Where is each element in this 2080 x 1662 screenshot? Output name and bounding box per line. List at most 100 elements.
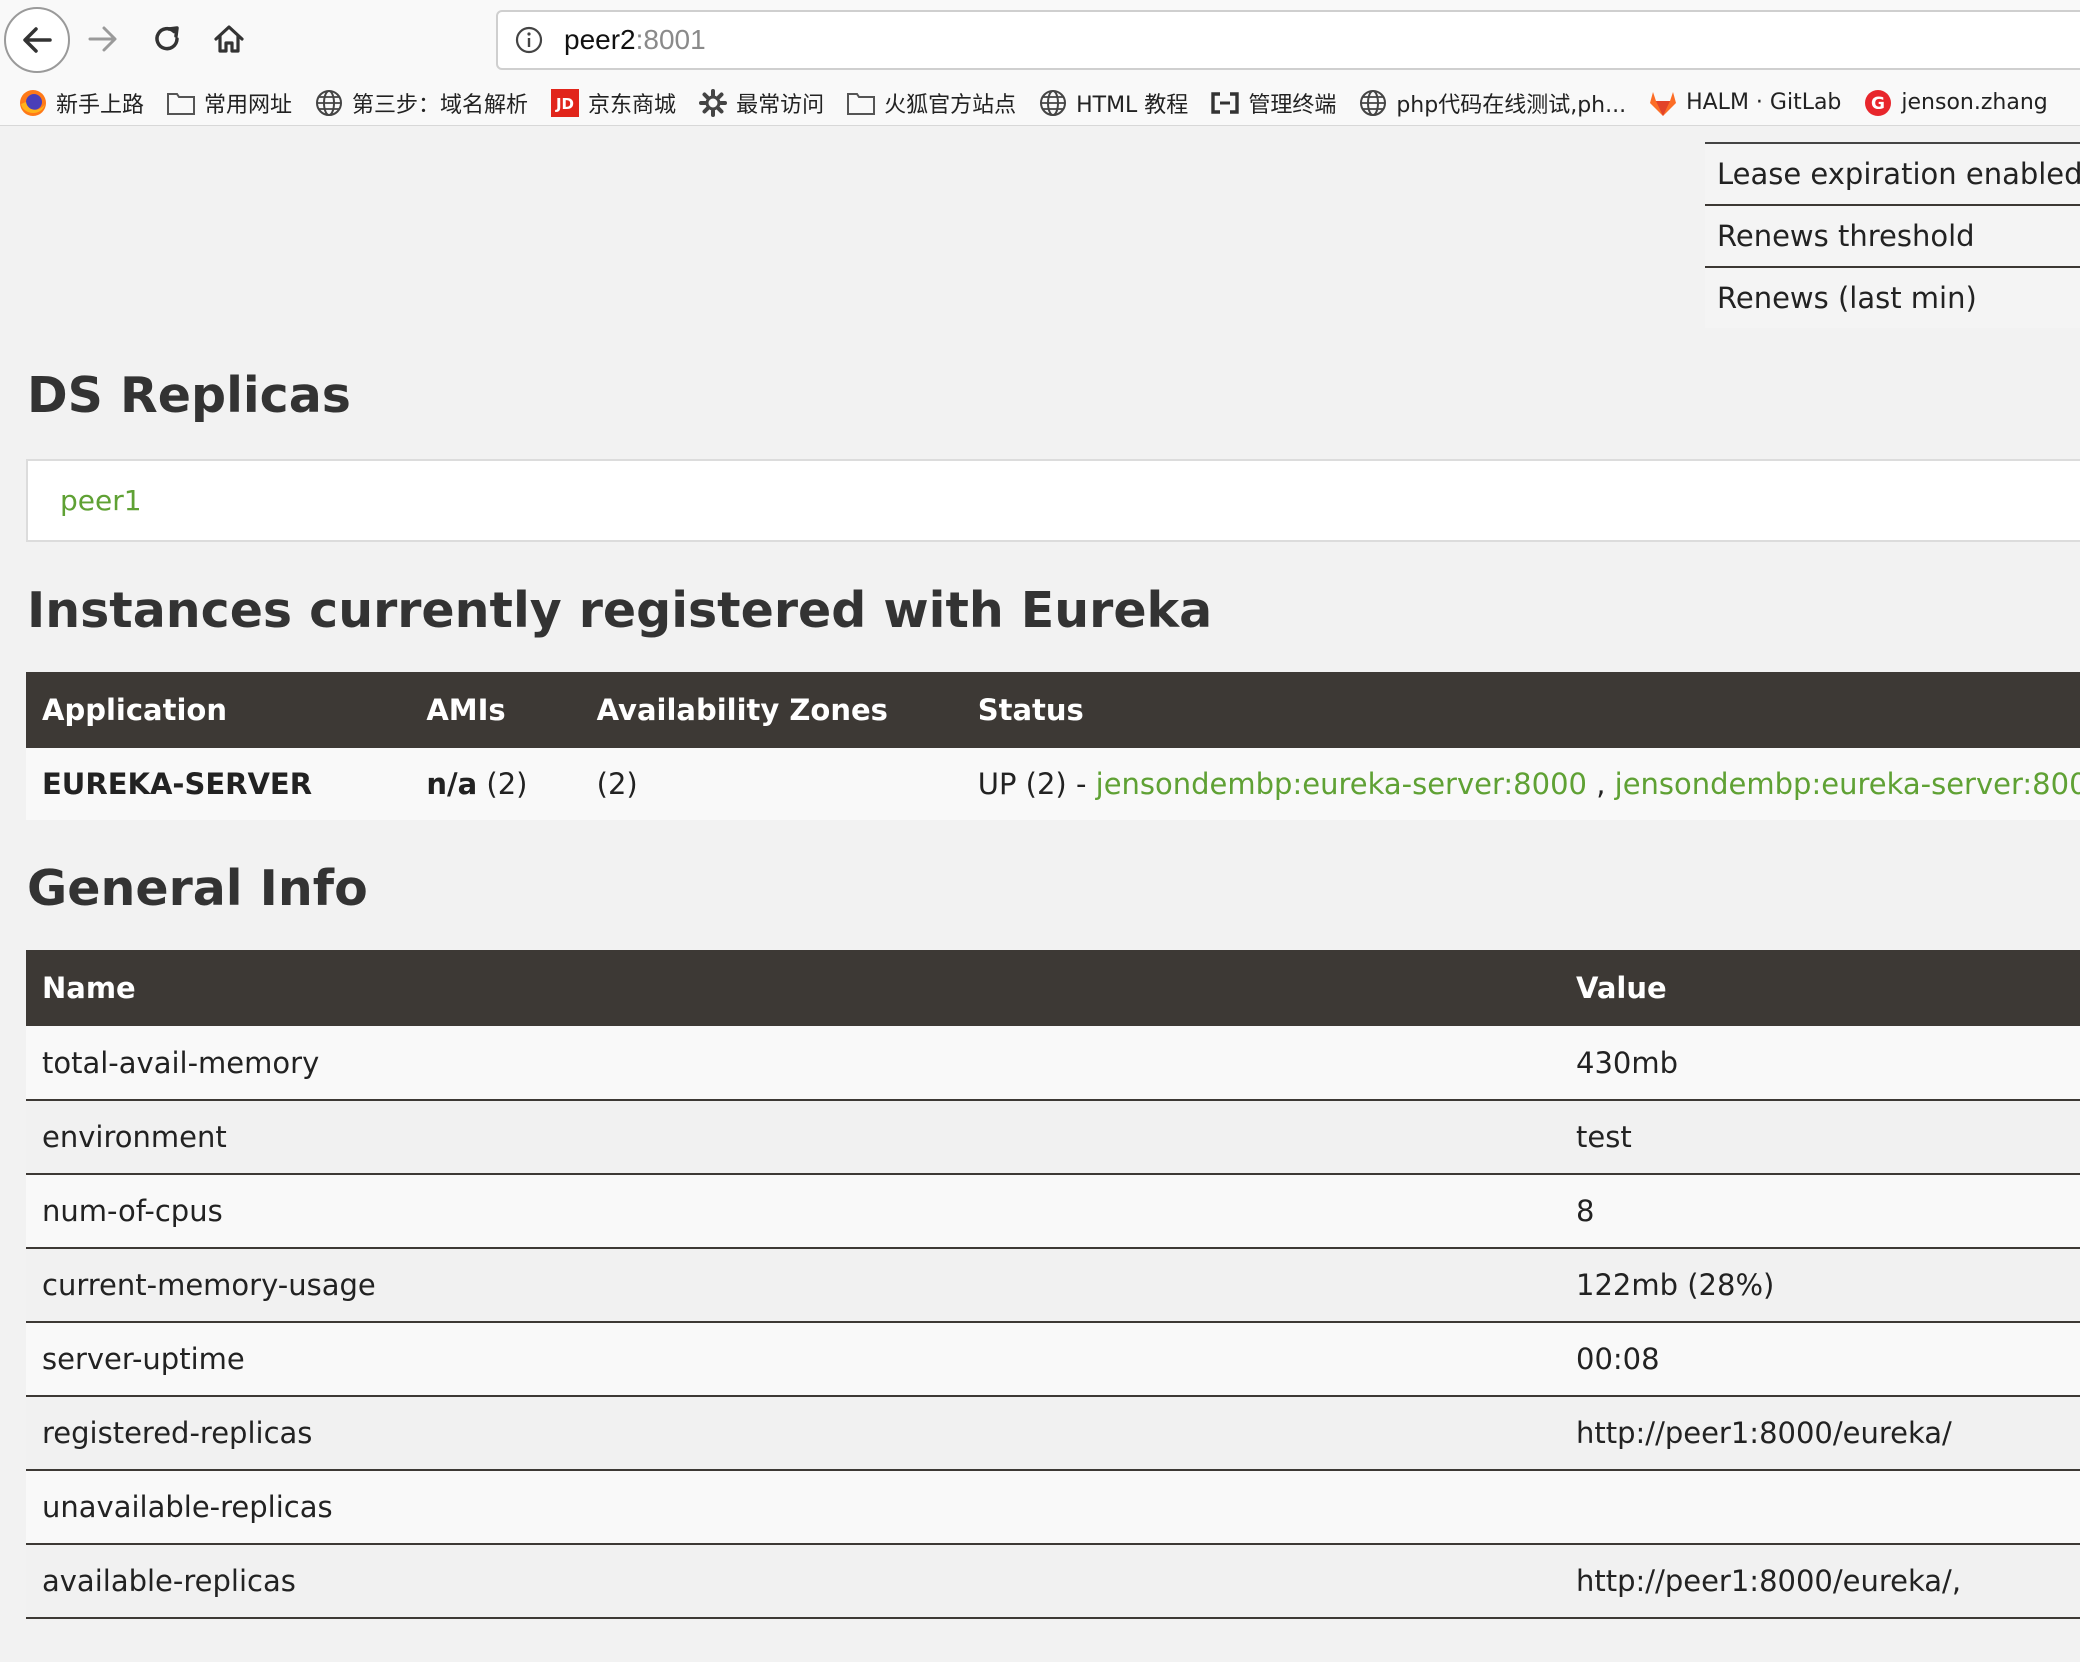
info-name: environment bbox=[26, 1100, 1560, 1175]
column-header-value: Value bbox=[1560, 950, 2080, 1026]
info-value: 430mb bbox=[1560, 1026, 2080, 1101]
general-info-heading: General Info bbox=[27, 860, 368, 917]
amis-value: n/a bbox=[426, 767, 478, 801]
bookmark-label: jenson.zhang bbox=[1901, 90, 2048, 115]
arrow-left-icon bbox=[23, 27, 52, 53]
reload-button[interactable] bbox=[142, 14, 192, 64]
gitlab-icon bbox=[1648, 88, 1678, 118]
bookmark-html-tutorial[interactable]: HTML 教程 bbox=[1038, 87, 1188, 119]
table-row: EUREKA-SERVER n/a (2) (2) UP (2) - jenso… bbox=[26, 748, 2080, 820]
gear-icon bbox=[698, 88, 728, 118]
bookmark-label: 常用网址 bbox=[204, 92, 293, 118]
lease-row: Renews threshold bbox=[1705, 204, 2080, 266]
status-cell: UP (2) - jensondembp:eureka-server:8000 … bbox=[961, 748, 2080, 820]
bookmark-label: 新手上路 bbox=[56, 92, 145, 118]
bookmark-label: 最常访问 bbox=[736, 92, 825, 118]
bookmark-label: 京东商城 bbox=[588, 92, 677, 118]
column-header-amis: AMIs bbox=[410, 672, 581, 748]
lease-row: Lease expiration enabled bbox=[1705, 142, 2080, 204]
url-host: peer2 bbox=[564, 24, 636, 55]
lease-row: Renews (last min) bbox=[1705, 266, 2080, 328]
table-row: unavailable-replicas bbox=[26, 1470, 2080, 1545]
info-icon[interactable] bbox=[514, 25, 544, 55]
info-name: available-replicas bbox=[26, 1544, 1560, 1619]
status-separator: , bbox=[1586, 767, 1615, 801]
ds-replicas-heading: DS Replicas bbox=[27, 367, 351, 424]
browser-toolbar: peer2:8001 bbox=[0, 0, 2080, 80]
bookmark-label: 第三步：域名解析 bbox=[352, 92, 529, 118]
table-row: num-of-cpus 8 bbox=[26, 1174, 2080, 1249]
table-row: environment test bbox=[26, 1100, 2080, 1175]
replicas-list: peer1 bbox=[26, 459, 2080, 542]
bookmark-firefox-sites[interactable]: 火狐官方站点 bbox=[846, 87, 1016, 119]
jd-icon: JD bbox=[550, 88, 580, 118]
instance-link[interactable]: jensondembp:eureka-server:8001 bbox=[1615, 767, 2080, 801]
lease-info-table: Lease expiration enabled Renews threshol… bbox=[1705, 142, 2080, 328]
globe-icon bbox=[314, 88, 344, 118]
column-header-name: Name bbox=[26, 950, 1560, 1026]
info-name: current-memory-usage bbox=[26, 1248, 1560, 1323]
table-header-row: Application AMIs Availability Zones Stat… bbox=[26, 672, 2080, 748]
info-value: 122mb (28%) bbox=[1560, 1248, 2080, 1323]
info-value: test bbox=[1560, 1100, 2080, 1175]
url-text: peer2:8001 bbox=[564, 24, 706, 56]
info-name: total-avail-memory bbox=[26, 1026, 1560, 1101]
g-icon: G bbox=[1863, 88, 1893, 118]
table-row: server-uptime 00:08 bbox=[26, 1322, 2080, 1397]
bookmark-most-visited[interactable]: 最常访问 bbox=[698, 87, 824, 119]
page-content: Lease expiration enabled Renews threshol… bbox=[0, 127, 2080, 1662]
column-header-zones: Availability Zones bbox=[580, 672, 962, 748]
info-value bbox=[1560, 1470, 2080, 1545]
folder-icon bbox=[166, 88, 196, 118]
bookmark-console[interactable]: 管理终端 bbox=[1210, 87, 1336, 119]
replica-link-peer1[interactable]: peer1 bbox=[60, 484, 142, 517]
globe-icon bbox=[1038, 88, 1068, 118]
bookmark-label: HTML 教程 bbox=[1076, 92, 1189, 118]
column-header-application: Application bbox=[26, 672, 411, 748]
home-icon bbox=[214, 25, 244, 53]
application-cell: EUREKA-SERVER bbox=[26, 748, 411, 820]
column-header-status: Status bbox=[961, 672, 2080, 748]
bookmark-jd[interactable]: JD 京东商城 bbox=[550, 87, 676, 119]
forward-button[interactable] bbox=[78, 14, 128, 64]
amis-cell: n/a (2) bbox=[410, 748, 581, 820]
amis-count: (2) bbox=[477, 767, 528, 801]
general-info-table: Name Value total-avail-memory 430mb envir… bbox=[26, 950, 2080, 1619]
table-row: available-replicas http://peer1:8000/eure… bbox=[26, 1544, 2080, 1619]
instances-table: Application AMIs Availability Zones Stat… bbox=[26, 672, 2080, 820]
info-value: 00:08 bbox=[1560, 1322, 2080, 1397]
arrow-right-icon bbox=[88, 26, 117, 52]
back-button[interactable] bbox=[4, 7, 70, 73]
instances-heading: Instances currently registered with Eure… bbox=[27, 582, 1213, 639]
info-name: num-of-cpus bbox=[26, 1174, 1560, 1249]
bookmark-php-test[interactable]: php代码在线测试,ph... bbox=[1358, 87, 1626, 119]
status-prefix: UP (2) - bbox=[977, 767, 1096, 801]
table-row: current-memory-usage 122mb (28%) bbox=[26, 1248, 2080, 1323]
table-row: registered-replicas http://peer1:8000/eur… bbox=[26, 1396, 2080, 1471]
globe-icon bbox=[1358, 88, 1388, 118]
bookmark-newbie[interactable]: 新手上路 bbox=[18, 87, 144, 119]
reload-icon bbox=[155, 26, 179, 51]
bookmark-label: php代码在线测试,ph... bbox=[1396, 92, 1627, 118]
aliyun-icon bbox=[1210, 88, 1240, 118]
bookmark-dns[interactable]: 第三步：域名解析 bbox=[314, 87, 528, 119]
svg-text:G: G bbox=[1871, 94, 1885, 114]
table-row: total-avail-memory 430mb bbox=[26, 1026, 2080, 1101]
bookmark-common-sites[interactable]: 常用网址 bbox=[166, 87, 292, 119]
table-header-row: Name Value bbox=[26, 950, 2080, 1026]
bookmark-label: 管理终端 bbox=[1248, 92, 1337, 118]
zones-cell: (2) bbox=[580, 748, 962, 820]
bookmark-jenson[interactable]: G jenson.zhang bbox=[1863, 88, 2048, 118]
bookmark-label: HALM · GitLab bbox=[1686, 90, 1842, 115]
url-port: :8001 bbox=[635, 24, 706, 55]
info-name: registered-replicas bbox=[26, 1396, 1560, 1471]
info-value: 8 bbox=[1560, 1174, 2080, 1249]
info-name: server-uptime bbox=[26, 1322, 1560, 1397]
url-bar[interactable]: peer2:8001 bbox=[496, 10, 2080, 70]
home-button[interactable] bbox=[204, 14, 254, 64]
instance-link[interactable]: jensondembp:eureka-server:8000 bbox=[1096, 767, 1587, 801]
info-value: http://peer1:8000/eureka/, bbox=[1560, 1544, 2080, 1619]
bookmarks-bar: 新手上路 常用网址 第三步：域名解析 JD 京东商城 最常访问 火狐官方站点 H… bbox=[0, 80, 2080, 126]
folder-icon bbox=[846, 88, 876, 118]
bookmark-gitlab[interactable]: HALM · GitLab bbox=[1648, 88, 1841, 118]
